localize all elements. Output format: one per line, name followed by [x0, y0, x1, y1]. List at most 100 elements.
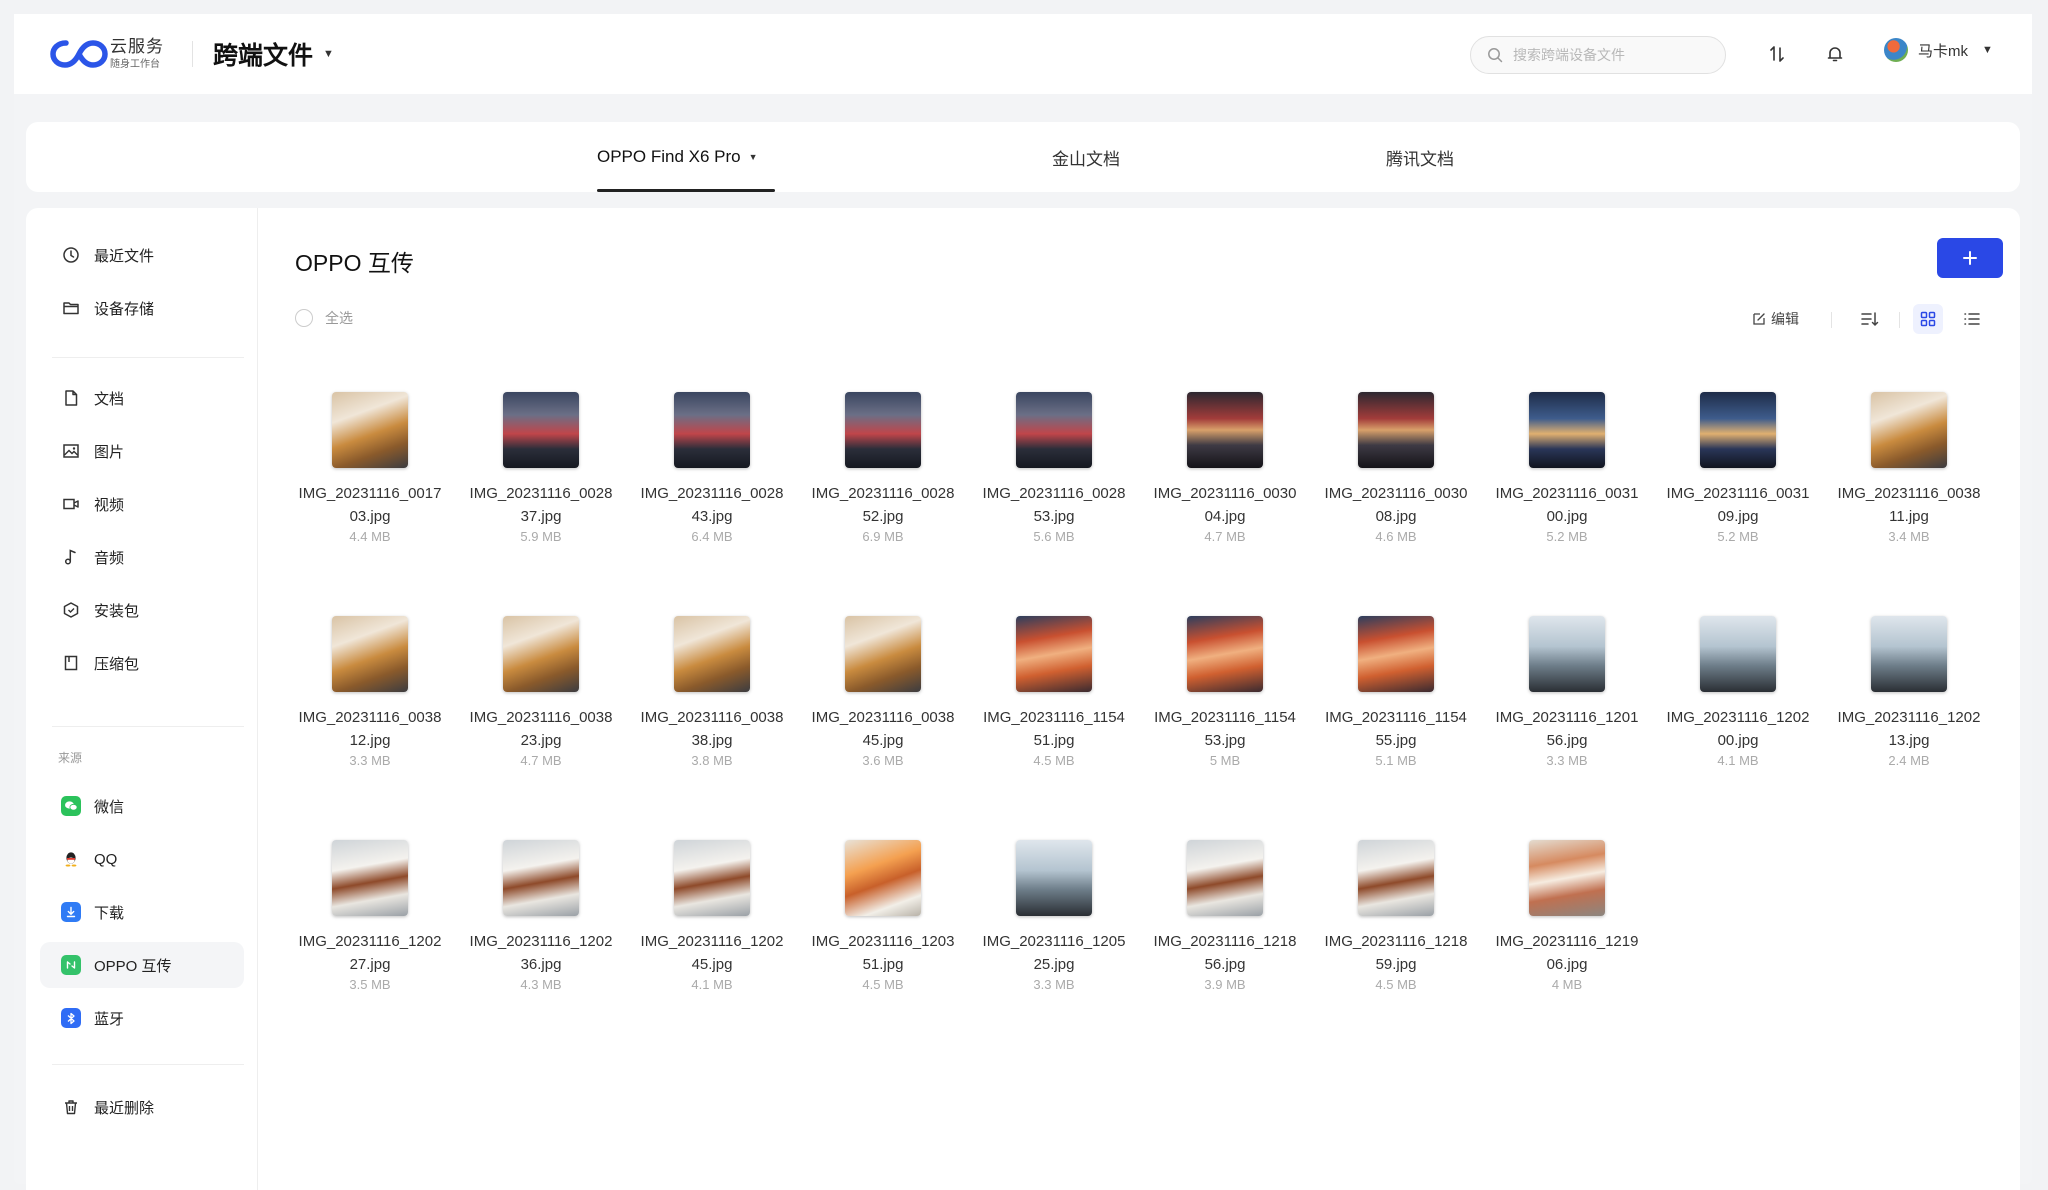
file-item[interactable]: IMG_20231116_115455.jpg 5.1 MB [1321, 616, 1471, 768]
edit-button[interactable]: 编辑 [1752, 306, 1799, 332]
file-item[interactable]: IMG_20231116_002852.jpg 6.9 MB [808, 392, 958, 544]
sidebar-item-audio[interactable]: 音频 [40, 534, 244, 580]
file-size: 3.8 MB [691, 753, 733, 768]
sidebar-item-images[interactable]: 图片 [40, 428, 244, 474]
file-thumbnail [1871, 616, 1947, 692]
file-name: IMG_20231116_121859.jpg [1324, 933, 1468, 973]
file-name: IMG_20231116_003004.jpg [1153, 485, 1297, 525]
file-item[interactable]: IMG_20231116_003838.jpg 3.8 MB [637, 616, 787, 768]
file-item[interactable]: IMG_20231116_115453.jpg 5 MB [1150, 616, 1300, 768]
add-button[interactable] [1937, 238, 2003, 278]
file-item[interactable]: IMG_20231116_003812.jpg 3.3 MB [295, 616, 445, 768]
sidebar-item-downloads[interactable]: 下载 [40, 889, 244, 935]
tab-tencent-docs[interactable]: 腾讯文档 [1386, 122, 1454, 192]
file-item[interactable]: IMG_20231116_120236.jpg 4.3 MB [466, 840, 616, 992]
logo[interactable]: 云服务 随身工作台 [50, 34, 164, 74]
file-name: IMG_20231116_120236.jpg [469, 933, 613, 973]
file-item[interactable]: IMG_20231116_120200.jpg 4.1 MB [1663, 616, 1813, 768]
sidebar-item-qq[interactable]: QQ [40, 836, 244, 882]
file-thumbnail [1187, 840, 1263, 916]
file-thumbnail [332, 616, 408, 692]
file-item[interactable]: IMG_20231116_002853.jpg 5.6 MB [979, 392, 1129, 544]
file-item[interactable]: IMG_20231116_003100.jpg 5.2 MB [1492, 392, 1642, 544]
sidebar-item-recently-deleted[interactable]: 最近删除 [40, 1084, 244, 1130]
user-name: 马卡mk [1918, 42, 1968, 60]
select-all-checkbox[interactable]: 全选 [295, 308, 353, 328]
tab-oppo-find-x6-pro[interactable]: OPPO Find X6 Pro ▼ [597, 122, 775, 192]
file-item[interactable]: IMG_20231116_115451.jpg 4.5 MB [979, 616, 1129, 768]
search-box[interactable] [1470, 36, 1726, 74]
file-size: 4.5 MB [1375, 977, 1417, 992]
file-item[interactable]: IMG_20231116_120213.jpg 2.4 MB [1834, 616, 1984, 768]
caret-down-icon: ▼ [748, 152, 758, 162]
sidebar-item-archives[interactable]: 压缩包 [40, 640, 244, 686]
file-item[interactable]: IMG_20231116_120525.jpg 3.3 MB [979, 840, 1129, 992]
sort-button[interactable] [1855, 304, 1885, 334]
bell-icon[interactable] [1822, 41, 1848, 67]
file-item[interactable]: IMG_20231116_001703.jpg 4.4 MB [295, 392, 445, 544]
file-size: 3.6 MB [862, 753, 904, 768]
plus-icon [1963, 251, 1977, 265]
file-name: IMG_20231116_115451.jpg [983, 709, 1125, 749]
file-item[interactable]: IMG_20231116_120156.jpg 3.3 MB [1492, 616, 1642, 768]
file-item[interactable]: IMG_20231116_120351.jpg 4.5 MB [808, 840, 958, 992]
file-item[interactable]: IMG_20231116_003845.jpg 3.6 MB [808, 616, 958, 768]
search-input[interactable] [1513, 47, 1703, 63]
trash-icon [60, 1096, 82, 1118]
tab-kingsoft-docs[interactable]: 金山文档 [1052, 122, 1120, 192]
file-item[interactable]: IMG_20231116_003004.jpg 4.7 MB [1150, 392, 1300, 544]
sidebar-item-label: 安装包 [94, 602, 140, 620]
file-name: IMG_20231116_120200.jpg [1666, 709, 1810, 749]
file-size: 5.2 MB [1546, 529, 1588, 544]
file-item[interactable]: IMG_20231116_003811.jpg 3.4 MB [1834, 392, 1984, 544]
sidebar-item-bluetooth[interactable]: 蓝牙 [40, 995, 244, 1041]
active-tab-indicator [597, 189, 775, 192]
sidebar-item-recent[interactable]: 最近文件 [40, 232, 244, 278]
sidebar-item-wechat[interactable]: 微信 [40, 783, 244, 829]
file-name: IMG_20231116_002853.jpg [982, 485, 1126, 525]
file-item[interactable]: IMG_20231116_003008.jpg 4.6 MB [1321, 392, 1471, 544]
sidebar-item-label: 最近删除 [94, 1099, 155, 1117]
file-name: IMG_20231116_003838.jpg [640, 709, 784, 749]
file-item[interactable]: IMG_20231116_120227.jpg 3.5 MB [295, 840, 445, 992]
file-size: 3.3 MB [1546, 753, 1588, 768]
sidebar-item-device-storage[interactable]: 设备存储 [40, 285, 244, 331]
divider [1899, 312, 1900, 328]
list-view-button[interactable] [1957, 304, 1987, 334]
radio-icon [295, 309, 313, 327]
sidebar-item-label: 蓝牙 [94, 1010, 125, 1028]
image-icon [60, 440, 82, 462]
file-item[interactable]: IMG_20231116_002837.jpg 5.9 MB [466, 392, 616, 544]
file-item[interactable]: IMG_20231116_002843.jpg 6.4 MB [637, 392, 787, 544]
download-icon [61, 902, 81, 922]
sidebar-item-label: 设备存储 [94, 300, 155, 318]
sidebar-item-label: OPPO 互传 [94, 957, 172, 975]
grid-view-button[interactable] [1913, 304, 1943, 334]
qq-icon [60, 848, 82, 870]
sidebar-item-label: 压缩包 [94, 655, 140, 673]
app-title: 跨端文件 [213, 42, 314, 70]
sidebar-item-label: 微信 [94, 798, 125, 816]
sidebar-item-videos[interactable]: 视频 [40, 481, 244, 527]
divider [192, 41, 193, 67]
file-name: IMG_20231116_003823.jpg [469, 709, 613, 749]
file-item[interactable]: IMG_20231116_120245.jpg 4.1 MB [637, 840, 787, 992]
file-size: 3.4 MB [1888, 529, 1930, 544]
app-switcher[interactable]: 跨端文件 ▼ [213, 36, 334, 72]
file-name: IMG_20231116_121906.jpg [1495, 933, 1639, 973]
file-thumbnail [1016, 840, 1092, 916]
file-item[interactable]: IMG_20231116_121859.jpg 4.5 MB [1321, 840, 1471, 992]
transfer-icon[interactable] [1764, 41, 1790, 67]
sidebar-item-packages[interactable]: 安装包 [40, 587, 244, 633]
file-item[interactable]: IMG_20231116_003109.jpg 5.2 MB [1663, 392, 1813, 544]
user-menu[interactable]: 马卡mk ▼ [1884, 38, 1993, 62]
file-item[interactable]: IMG_20231116_003823.jpg 4.7 MB [466, 616, 616, 768]
sidebar-item-oppo-share[interactable]: OPPO 互传 [40, 942, 244, 988]
file-item[interactable]: IMG_20231116_121906.jpg 4 MB [1492, 840, 1642, 992]
file-size: 4.4 MB [349, 529, 391, 544]
logo-title: 云服务 [110, 37, 164, 56]
sidebar-item-documents[interactable]: 文档 [40, 375, 244, 421]
icon-wrapper [60, 795, 82, 817]
file-item[interactable]: IMG_20231116_121856.jpg 3.9 MB [1150, 840, 1300, 992]
file-size: 4.1 MB [691, 977, 733, 992]
